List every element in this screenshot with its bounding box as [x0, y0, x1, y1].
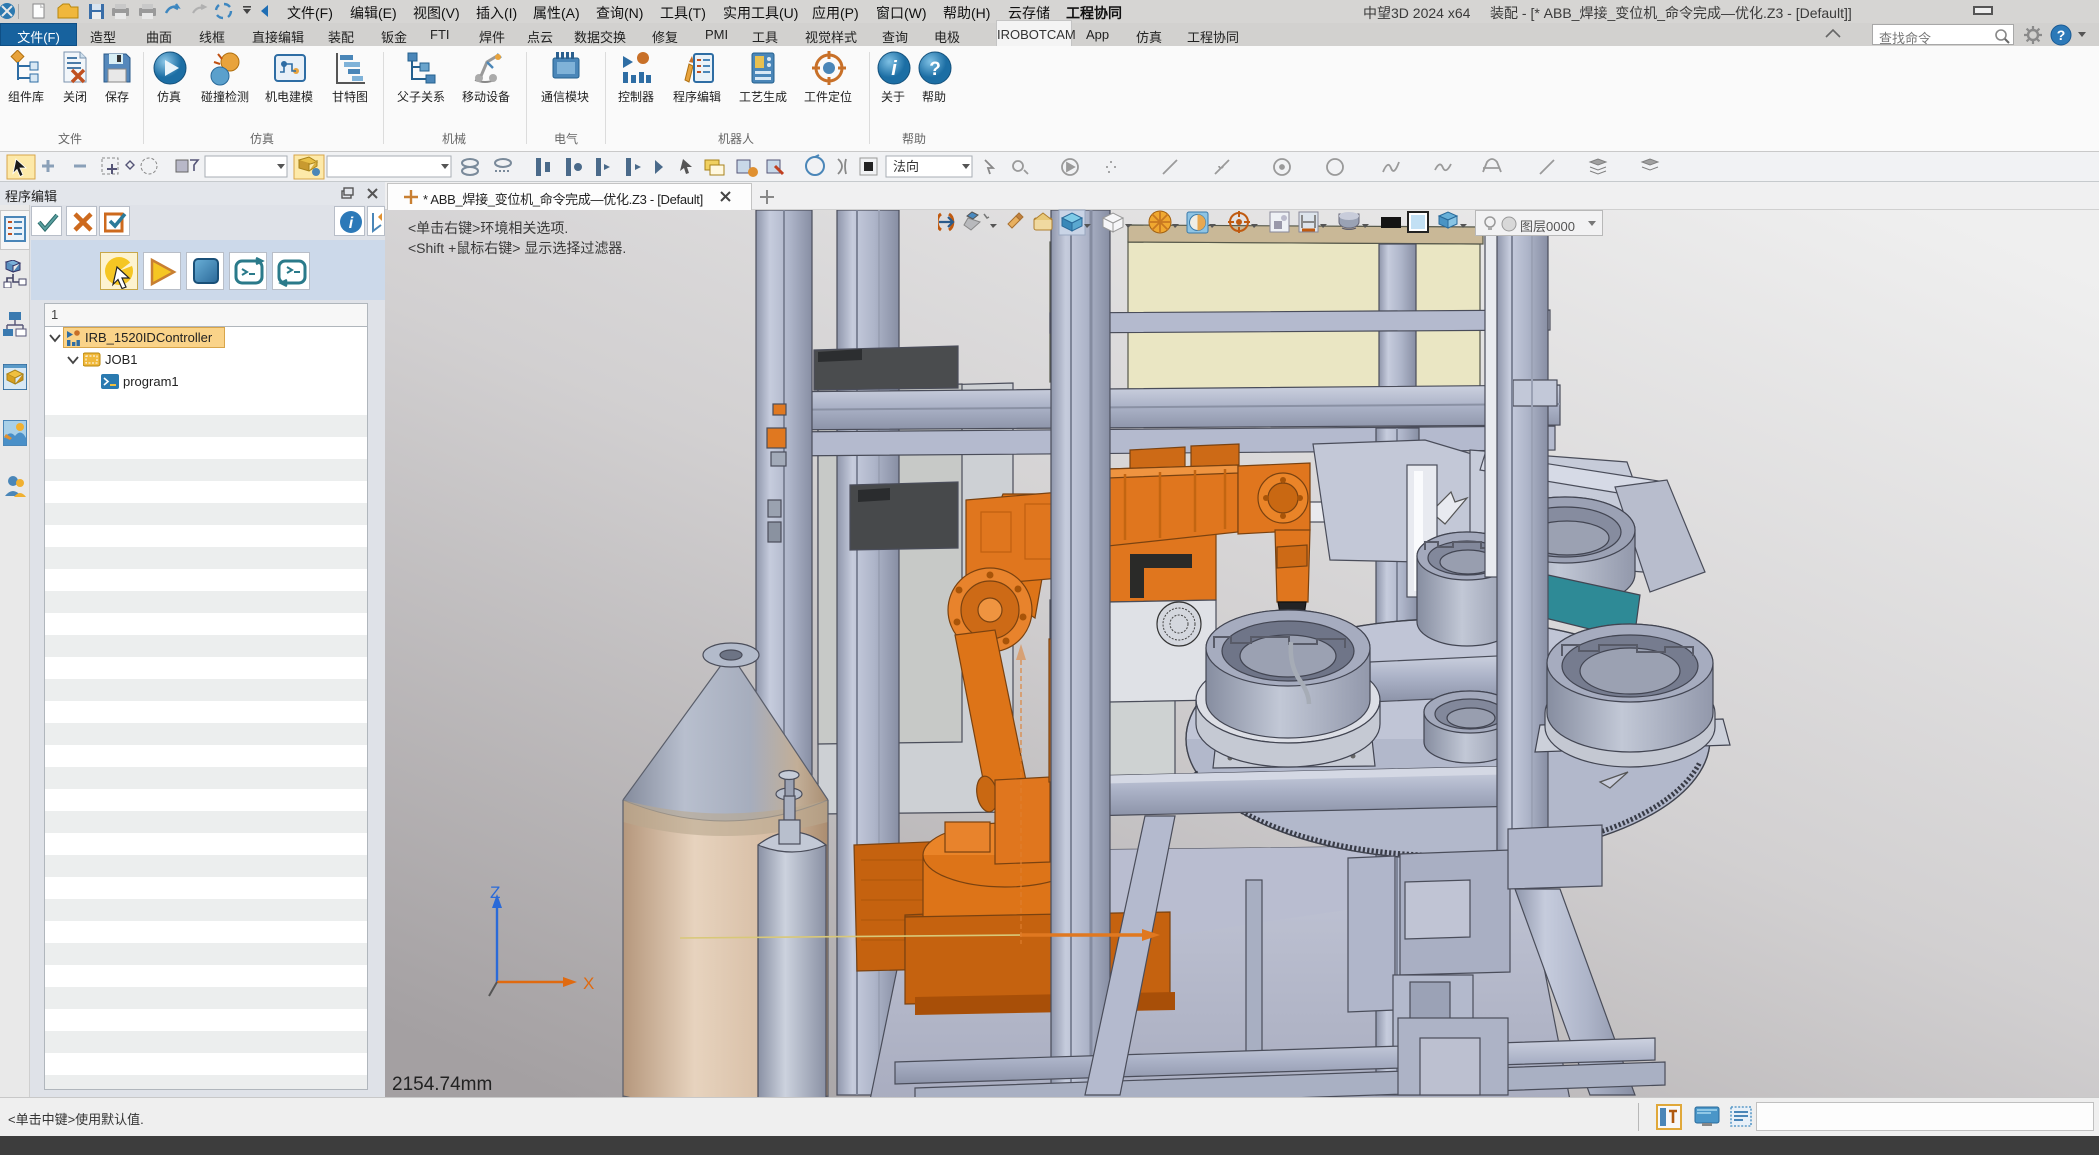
- svg-text:X: X: [583, 974, 594, 993]
- svg-text:法向: 法向: [893, 159, 919, 174]
- svg-text:i: i: [349, 215, 354, 232]
- svg-text:?: ?: [929, 59, 941, 80]
- svg-text:?: ?: [2057, 27, 2066, 43]
- svg-text:2154.74mm: 2154.74mm: [392, 1074, 492, 1095]
- svg-text:i: i: [891, 58, 897, 80]
- svg-text:Z: Z: [490, 883, 500, 902]
